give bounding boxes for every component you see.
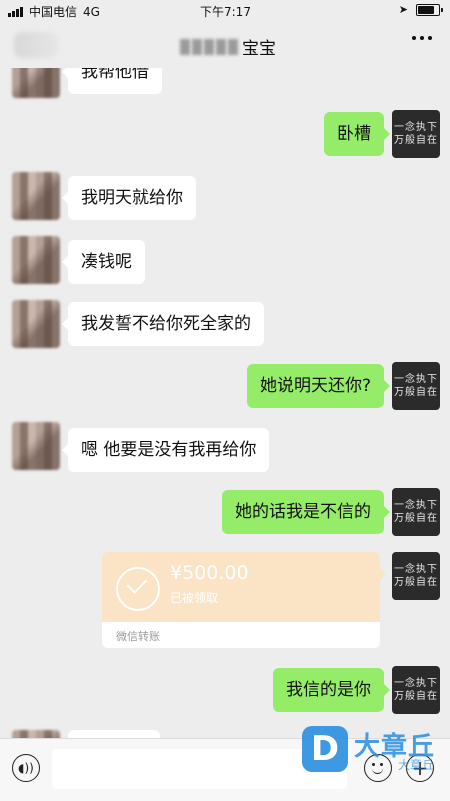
message-bubble-friend[interactable]: 我明天就给你 xyxy=(62,176,196,220)
more-dots-icon[interactable] xyxy=(412,36,432,40)
carrier-label: 中国电信 xyxy=(29,5,78,19)
self-avatar[interactable]: 一念执下 万般自在 xyxy=(392,362,440,410)
message-bubble-friend-partial[interactable] xyxy=(68,730,160,738)
network-label: 4G xyxy=(83,4,100,19)
self-avatar-text-1: 一念执下 xyxy=(394,678,438,689)
location-icon: ➤ xyxy=(398,3,408,16)
transfer-tail xyxy=(380,568,386,580)
blurred-name xyxy=(180,38,238,55)
friend-avatar[interactable] xyxy=(12,730,60,738)
friend-avatar[interactable] xyxy=(12,300,60,348)
chat-title: 宝宝 xyxy=(180,34,276,59)
self-avatar[interactable]: 一念执下 万般自在 xyxy=(392,488,440,536)
self-avatar-text-2: 万般自在 xyxy=(394,387,438,398)
message-bubble-friend[interactable]: 我帮他借 xyxy=(62,68,162,94)
watermark-sub: 大章丘 xyxy=(398,758,435,772)
checkmark-icon xyxy=(116,567,160,611)
transfer-label: 微信转账 xyxy=(116,630,160,643)
back-button[interactable] xyxy=(14,32,58,58)
self-avatar-text-2: 万般自在 xyxy=(394,577,438,588)
status-time: 下午7:17 xyxy=(200,5,251,19)
message-bubble-friend[interactable]: 凑钱呢 xyxy=(62,240,145,284)
message-bubble-friend[interactable]: 嗯 他要是没有我再给你 xyxy=(61,428,270,472)
self-avatar-text-1: 一念执下 xyxy=(394,500,438,511)
voice-icon[interactable]: ◖)) xyxy=(12,754,40,782)
message-bubble-self[interactable]: 她的话我是不信的 xyxy=(222,490,390,534)
chat-title-text: 宝宝 xyxy=(242,39,276,59)
message-bubble-self[interactable]: 卧槽 xyxy=(324,112,390,156)
watermark-logo: D xyxy=(302,726,348,772)
watermark: D 大章丘 大章丘 xyxy=(302,726,450,780)
friend-avatar[interactable] xyxy=(12,422,60,470)
chat-header: 宝宝 xyxy=(0,22,450,68)
transfer-status: 已被领取 xyxy=(170,591,219,605)
self-avatar-text-2: 万般自在 xyxy=(394,691,438,702)
status-left: 中国电信 4G xyxy=(8,3,100,20)
self-avatar[interactable]: 一念执下 万般自在 xyxy=(392,552,440,600)
transfer-card[interactable]: ¥500.00 已被领取 微信转账 xyxy=(102,552,380,648)
self-avatar-text-2: 万般自在 xyxy=(394,135,438,146)
friend-avatar[interactable] xyxy=(12,172,60,220)
status-right: ➤ xyxy=(398,3,443,16)
self-avatar-text-1: 一念执下 xyxy=(394,122,438,133)
transfer-amount: ¥500.00 xyxy=(170,562,249,584)
chat-area[interactable]: 我帮他借 卧槽 一念执下 万般自在 我明天就给你 凑钱呢 我发誓不给你死全家的 … xyxy=(0,68,450,738)
self-avatar-text-1: 一念执下 xyxy=(394,564,438,575)
self-avatar-text-1: 一念执下 xyxy=(394,374,438,385)
message-bubble-friend[interactable]: 我发誓不给你死全家的 xyxy=(62,302,264,346)
friend-avatar[interactable] xyxy=(12,236,60,284)
status-bar: 中国电信 4G 下午7:17 ➤ xyxy=(0,0,450,22)
message-bubble-self[interactable]: 我信的是你 xyxy=(273,668,390,712)
message-bubble-self[interactable]: 她说明天还你? xyxy=(246,364,391,408)
battery-icon xyxy=(416,3,443,16)
signal-icon xyxy=(8,6,23,17)
self-avatar[interactable]: 一念执下 万般自在 xyxy=(392,110,440,158)
self-avatar[interactable]: 一念执下 万般自在 xyxy=(392,666,440,714)
self-avatar-text-2: 万般自在 xyxy=(394,513,438,524)
friend-avatar[interactable] xyxy=(12,68,60,98)
